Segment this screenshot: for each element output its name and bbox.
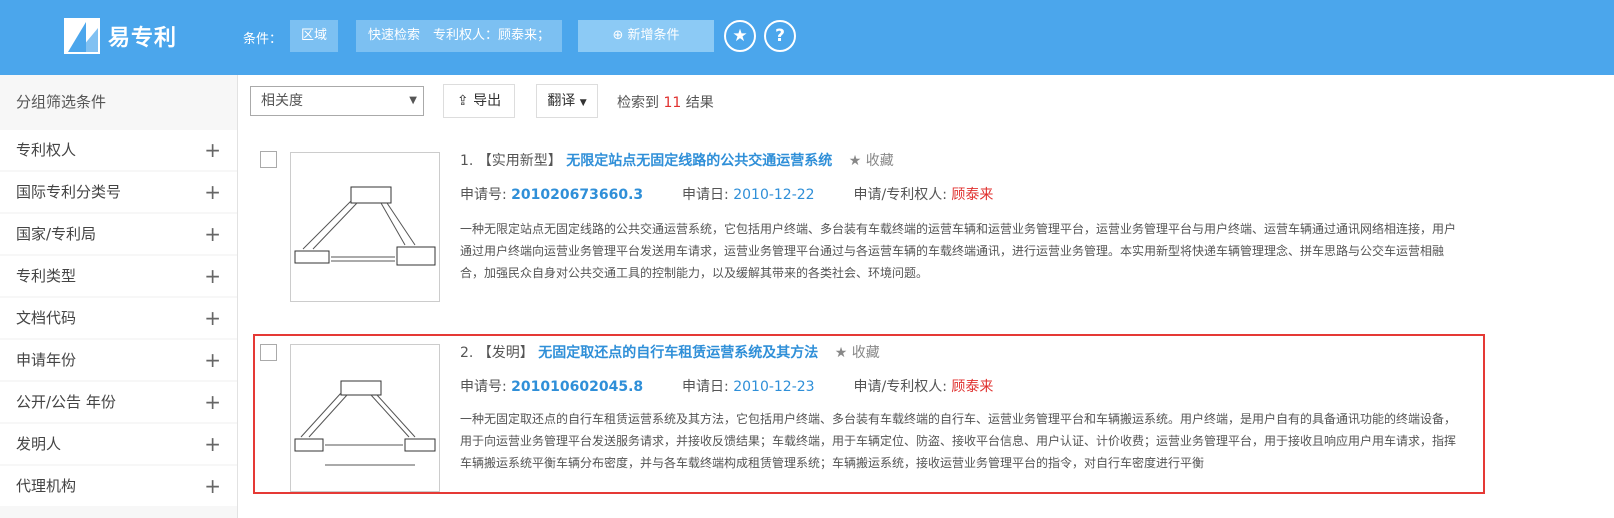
result-abstract: 一种无固定取还点的自行车租赁运营系统及其方法，它包括用户终端、多台装有车载终端的… (460, 412, 1457, 470)
sort-select[interactable]: 相关度 ▼ (250, 86, 424, 116)
translate-button[interactable]: 翻译 ▼ (536, 84, 598, 118)
quick-search-chip[interactable]: 快速检索 专利权人：顾泰来； (356, 20, 562, 52)
sidebar-title: 分组筛选条件 (16, 93, 107, 111)
export-label: 导出 (473, 93, 502, 109)
filter-item-label: 专利权人 (16, 141, 77, 159)
patent-type: 【发明】 (477, 345, 534, 361)
filter-item-label: 代理机构 (16, 477, 77, 495)
result-checkbox[interactable] (260, 344, 277, 361)
filter-item-app-year[interactable]: 申请年份 + (0, 340, 237, 380)
favorite-button[interactable]: ★ 收藏 (835, 345, 880, 361)
logo-text: 易专利 (108, 26, 178, 51)
date-label: 申请日: (682, 379, 734, 395)
result-title-line: 2. 【发明】 无固定取还点的自行车租赁运营系统及其方法 ★ 收藏 (460, 342, 880, 362)
result-title-link[interactable]: 无限定站点无固定线路的公共交通运营系统 (566, 153, 832, 169)
result-title-link[interactable]: 无固定取还点的自行车租赁运营系统及其方法 (538, 345, 818, 361)
result-index: 2. (460, 345, 474, 361)
date-label: 申请日: (682, 187, 734, 203)
add-condition-button[interactable]: ⊕ 新增条件 (578, 20, 714, 52)
star-icon: ★ (848, 153, 862, 169)
caret-down-icon: ▼ (409, 95, 417, 106)
filter-item-ipc[interactable]: 国际专利分类号 + (0, 172, 237, 212)
application-date: 2010-12-23 (733, 379, 815, 395)
favorite-button[interactable]: ★ 收藏 (849, 153, 894, 169)
plus-icon[interactable]: + (204, 340, 221, 380)
patent-holder[interactable]: 顾泰来 (951, 187, 993, 203)
filter-item-label: 申请年份 (16, 351, 77, 369)
plus-icon[interactable]: + (204, 382, 221, 422)
patent-drawing-thumbnail[interactable] (290, 344, 440, 492)
export-button[interactable]: ⇪ 导出 (443, 84, 515, 118)
top-bar: 易专利 条件： 区域 快速检索 专利权人：顾泰来； ⊕ 新增条件 ★ ? (0, 0, 1614, 75)
filter-item-doc-code[interactable]: 文档代码 + (0, 298, 237, 338)
application-date: 2010-12-22 (733, 187, 815, 203)
result-item: 1. 【实用新型】 无限定站点无固定线路的公共交通运营系统 ★ 收藏 申请号: … (254, 138, 1484, 318)
plus-icon[interactable]: + (204, 214, 221, 254)
export-icon: ⇪ (456, 93, 469, 109)
application-number[interactable]: 201010602045.8 (511, 379, 643, 395)
result-item: 2. 【发明】 无固定取还点的自行车租赁运营系统及其方法 ★ 收藏 申请号: 2… (253, 334, 1485, 494)
region-chip[interactable]: 区域 (290, 20, 338, 52)
filter-item-label: 国际专利分类号 (16, 183, 122, 201)
patent-holder[interactable]: 顾泰来 (951, 379, 993, 395)
filter-item-patentee[interactable]: 专利权人 + (0, 130, 237, 170)
plus-icon[interactable]: + (204, 424, 221, 464)
filter-item-agency[interactable]: 代理机构 + (0, 466, 237, 506)
result-count: 检索到 11 结果 (617, 92, 714, 112)
result-index: 1. (460, 153, 474, 169)
caret-down-icon: ▼ (579, 98, 587, 108)
result-meta: 申请号: 201010602045.8 申请日: 2010-12-23 申请/专… (460, 376, 993, 396)
condition-label: 条件： (243, 32, 283, 47)
application-number[interactable]: 201020673660.3 (511, 187, 643, 203)
result-title-line: 1. 【实用新型】 无限定站点无固定线路的公共交通运营系统 ★ 收藏 (460, 150, 894, 170)
result-meta: 申请号: 201020673660.3 申请日: 2010-12-22 申请/专… (460, 184, 993, 204)
plus-icon[interactable]: + (204, 130, 221, 170)
favorite-star-icon[interactable]: ★ (724, 20, 756, 52)
holder-label: 申请/专利权人: (853, 379, 952, 395)
favorite-label: 收藏 (865, 153, 894, 169)
result-checkbox[interactable] (260, 151, 277, 168)
favorite-label: 收藏 (851, 345, 880, 361)
logo[interactable]: 易专利 (64, 18, 177, 54)
patent-drawing-thumbnail[interactable] (290, 152, 440, 302)
filter-item-country[interactable]: 国家/专利局 + (0, 214, 237, 254)
result-abstract: 一种无限定站点无固定线路的公共交通运营系统，它包括用户终端、多台装有车载终端的运… (460, 222, 1457, 280)
help-icon[interactable]: ? (764, 20, 796, 52)
filter-item-label: 发明人 (16, 435, 62, 453)
plus-icon[interactable]: + (204, 466, 221, 506)
appno-label: 申请号: (460, 379, 512, 395)
sort-value: 相关度 (261, 93, 303, 109)
star-icon: ★ (834, 345, 848, 361)
plus-icon[interactable]: + (204, 298, 221, 338)
translate-label: 翻译 (547, 93, 576, 109)
filter-item-label: 国家/专利局 (16, 225, 97, 243)
filter-item-label: 文档代码 (16, 309, 77, 327)
filter-item-label: 公开/公告 年份 (16, 393, 116, 411)
appno-label: 申请号: (460, 187, 512, 203)
holder-label: 申请/专利权人: (853, 187, 952, 203)
plus-icon[interactable]: + (204, 256, 221, 296)
logo-mark-icon (64, 18, 100, 54)
result-count-number: 11 (663, 95, 682, 111)
plus-icon[interactable]: + (204, 172, 221, 212)
filter-item-patent-type[interactable]: 专利类型 + (0, 256, 237, 296)
filter-sidebar: 分组筛选条件 专利权人 + 国际专利分类号 + 国家/专利局 + 专利类型 + 文档代码… (0, 75, 238, 518)
filter-item-label: 专利类型 (16, 267, 77, 285)
result-count-prefix: 检索到 (617, 95, 664, 111)
filter-item-pub-year[interactable]: 公开/公告 年份 + (0, 382, 237, 422)
filter-item-inventor[interactable]: 发明人 + (0, 424, 237, 464)
patent-type: 【实用新型】 (477, 153, 562, 169)
result-count-suffix: 结果 (681, 95, 714, 111)
